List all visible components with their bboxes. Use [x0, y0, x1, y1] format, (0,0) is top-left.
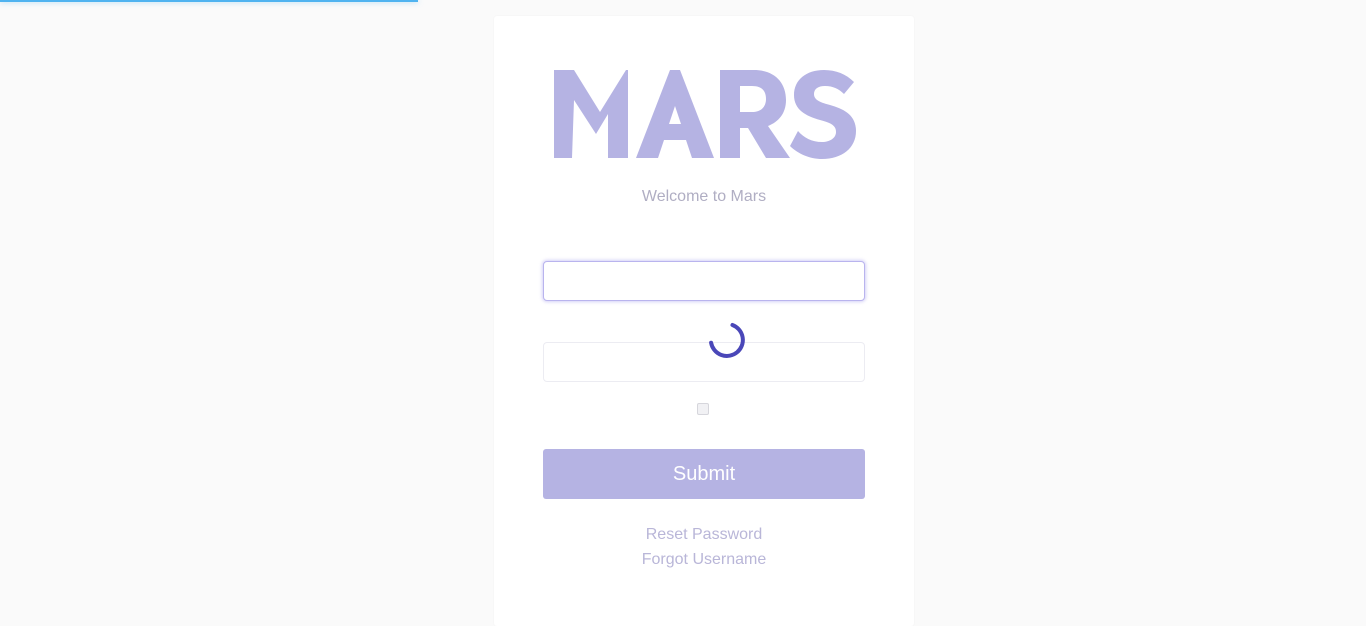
submit-button[interactable]: Submit — [543, 449, 865, 499]
mars-logo-graphic — [554, 70, 856, 159]
loading-spinner-icon — [707, 320, 747, 360]
login-card: Welcome to Mars Submit Reset Password Fo… — [494, 16, 914, 626]
password-input[interactable] — [543, 342, 865, 382]
page-loading-progress-bar — [0, 0, 418, 2]
username-input[interactable] — [543, 261, 865, 301]
reset-password-link[interactable]: Reset Password — [494, 526, 914, 544]
remember-me-checkbox[interactable] — [697, 403, 709, 415]
welcome-message: Welcome to Mars — [641, 188, 767, 205]
forgot-username-link[interactable]: Forgot Username — [494, 551, 914, 569]
mars-logo — [552, 68, 858, 160]
